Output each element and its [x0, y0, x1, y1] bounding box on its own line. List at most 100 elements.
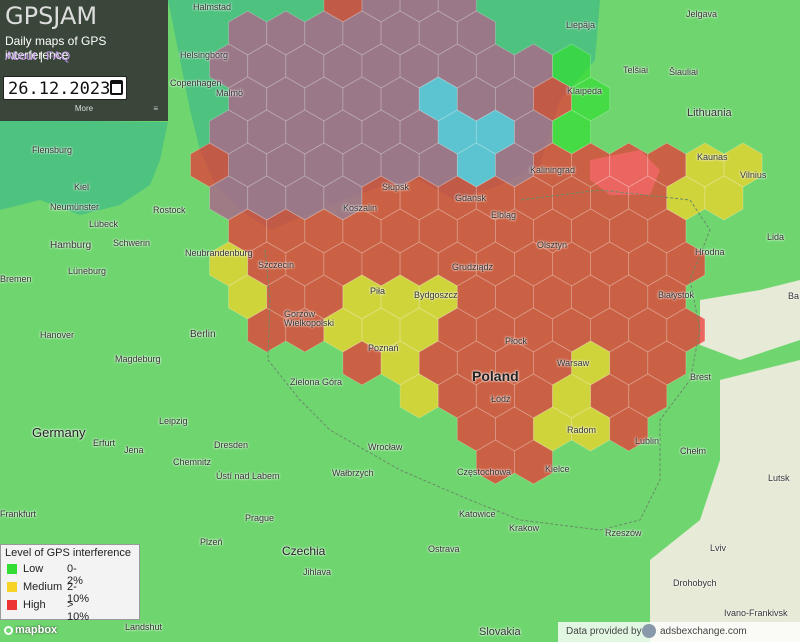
place-walbrzych: Wałbrzych — [332, 468, 374, 478]
place-slupsk: Słupsk — [382, 182, 410, 192]
place-kiel: Kiel — [74, 182, 90, 192]
place-halmstad: Halmstad — [193, 2, 232, 12]
place-copenhagen: Copenhagen — [170, 78, 222, 88]
place-kielce: Kielce — [545, 464, 570, 474]
legend-range-high: > 10% — [67, 599, 90, 623]
place-bremen: Bremen — [0, 274, 32, 284]
place-chemnitz: Chemnitz — [173, 457, 212, 467]
place-siauliai: Šiauliai — [669, 67, 699, 77]
place-erfurt: Erfurt — [93, 438, 116, 448]
legend-swatch-medium — [7, 582, 17, 592]
link-separator: | — [39, 49, 43, 63]
place-berlin: Berlin — [190, 329, 216, 340]
place-elblag: Elbląg — [491, 210, 517, 220]
place-malmo: Malmö — [216, 88, 244, 98]
place-kaunas: Kaunas — [697, 152, 728, 162]
place-lida: Lida — [767, 232, 785, 242]
mapbox-icon — [4, 626, 13, 635]
place-katowice: Katowice — [459, 509, 496, 519]
place-lutsk: Lutsk — [768, 473, 790, 483]
place-rzeszow: Rzeszów — [605, 528, 642, 538]
place-frankfurt: Frankfurt — [0, 509, 37, 519]
header-panel: GPSJAM Daily maps of GPS interference Ab… — [0, 0, 168, 121]
place-magdeburg: Magdeburg — [115, 354, 161, 364]
faq-link[interactable]: FAQ — [46, 49, 70, 63]
more-button[interactable]: More — [0, 104, 168, 113]
app-title: GPSJAM — [5, 2, 98, 30]
place-koszalin: Koszalin — [343, 203, 378, 213]
place-lublin: Lublin — [635, 436, 660, 446]
mapbox-logo[interactable]: mapbox — [4, 624, 57, 636]
place-neubrandenburg: Neubrandenburg — [185, 248, 253, 258]
place-flensburg: Flensburg — [32, 145, 73, 155]
place-dresden: Dresden — [214, 440, 249, 450]
place-plzen: Plzeň — [200, 537, 223, 547]
place-leipzig: Leipzig — [159, 416, 188, 426]
place-prague: Prague — [245, 513, 275, 523]
place-klaipeda: Klaipėda — [567, 86, 603, 96]
header-links: About | FAQ — [5, 49, 70, 63]
place-szczecin: Szczecin — [258, 260, 295, 270]
place-neumunster: Neumünster — [50, 202, 100, 212]
mapbox-text: mapbox — [15, 624, 58, 636]
place-kaliningrad: Kaliningrad — [530, 165, 576, 175]
place-bydgoszcz: Bydgoszcz — [414, 290, 458, 300]
legend-swatch-high — [7, 600, 17, 610]
credit-text: Data provided by — [566, 626, 642, 637]
place-vilnius: Vilnius — [740, 170, 767, 180]
place-lubeck: Lübeck — [89, 219, 119, 229]
place-slovakia: Slovakia — [479, 626, 521, 638]
credit-source-link[interactable]: adsbexchange.com — [660, 626, 747, 637]
place-liepaja: Liepāja — [566, 20, 596, 30]
place-gdansk: Gdańsk — [455, 193, 487, 203]
legend-label-high: High — [23, 599, 46, 611]
place-ba: Ba — [788, 291, 800, 301]
adsbexchange-logo-icon — [642, 624, 656, 638]
place-luneburg: Lüneburg — [68, 266, 107, 276]
place-grudziadz: Grudziądz — [452, 262, 494, 272]
place-landshut: Landshut — [125, 622, 163, 632]
place-hamburg: Hamburg — [50, 240, 92, 251]
place-zielona: Zielona Góra — [290, 377, 343, 387]
place-hrodna: Hrodna — [695, 247, 725, 257]
menu-icon[interactable]: ≡ — [153, 104, 158, 113]
place-jihlava: Jihlava — [303, 567, 332, 577]
place-jelgava: Jelgava — [686, 9, 718, 19]
place-schwerin: Schwerin — [113, 238, 151, 248]
place-czechia: Czechia — [282, 544, 326, 558]
place-poznan: Poznań — [368, 343, 399, 353]
legend-title: Level of GPS interference — [5, 547, 131, 559]
place-helsingborg: Helsingborg — [180, 50, 229, 60]
calendar-icon[interactable] — [110, 80, 123, 95]
place-lodz: Łódź — [491, 394, 511, 404]
place-plock: Płock — [505, 336, 528, 346]
legend-label-low: Low — [23, 563, 44, 575]
place-telsiai: Telšiai — [623, 65, 649, 75]
place-rostock: Rostock — [153, 205, 186, 215]
place-warsaw: Warsaw — [557, 358, 590, 368]
place-bialystok: Białystok — [658, 290, 695, 300]
place-usti: Ústí nad Labem — [216, 471, 280, 481]
place-lithuania: Lithuania — [687, 107, 732, 119]
place-ostrava: Ostrava — [428, 544, 460, 554]
place-olsztyn: Olsztyn — [537, 240, 568, 250]
legend-swatch-low — [7, 564, 17, 574]
place-ivano: Ivano-Frankivsk — [724, 608, 788, 618]
place-chelm: Chełm — [680, 446, 707, 456]
legend-label-medium: Medium — [23, 581, 63, 593]
place-krakow: Krakow — [509, 523, 540, 533]
place-jena: Jena — [124, 445, 144, 455]
place-gorzow: Gorzów Wielkopolski — [284, 309, 335, 328]
date-picker-input[interactable]: 26.12.2023 — [3, 76, 127, 100]
place-brest: Brest — [690, 372, 712, 382]
place-germany: Germany — [32, 425, 86, 440]
place-czestochowa: Częstochowa — [457, 467, 512, 477]
place-drohobych: Drohobych — [673, 578, 717, 588]
place-radom: Radom — [567, 425, 597, 435]
place-poland: Poland — [472, 368, 519, 384]
legend-panel: Level of GPS interference Low 0-2% Mediu… — [0, 544, 140, 623]
date-value: 26.12.2023 — [8, 79, 111, 99]
place-pila: Piła — [370, 286, 386, 296]
about-link[interactable]: About — [5, 49, 36, 63]
place-lviv: Lviv — [710, 543, 727, 553]
